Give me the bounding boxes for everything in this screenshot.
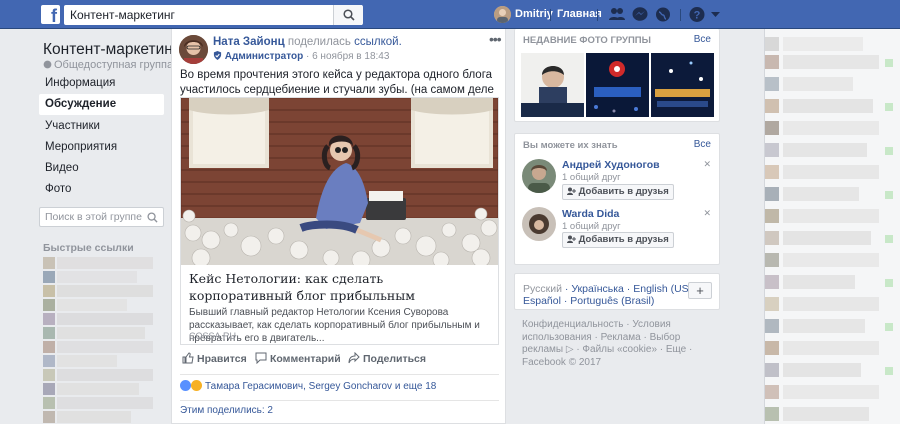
- pymk-name[interactable]: Андрей Худоногов: [562, 159, 660, 171]
- post-meta: Администратор · 6 ноября в 18:43: [213, 51, 389, 62]
- more-languages-button[interactable]: +: [688, 282, 712, 299]
- account-menu-caret-icon[interactable]: [710, 6, 721, 23]
- language-link[interactable]: Español: [523, 295, 561, 307]
- admin-shield-icon: [213, 51, 222, 60]
- group-post: Ната Зайонц поделилась ссылкой. Админист…: [171, 29, 506, 424]
- add-friend-icon: [567, 187, 576, 195]
- language-link[interactable]: Português (Brasil): [570, 295, 654, 307]
- post-date[interactable]: 6 ноября в 18:43: [312, 51, 389, 62]
- language-row-2: Español · Português (Brasil): [523, 295, 655, 307]
- share-icon: [348, 351, 360, 364]
- pymk-avatar[interactable]: [522, 159, 556, 193]
- divider: [550, 9, 551, 21]
- group-privacy: Общедоступная группа: [43, 59, 173, 71]
- notifications-globe-icon[interactable]: [654, 6, 672, 23]
- add-friend-button[interactable]: Добавить в друзья: [562, 232, 674, 248]
- link-preview-image[interactable]: [181, 98, 498, 265]
- dismiss-icon[interactable]: ✕: [703, 159, 711, 170]
- add-friend-label: Добавить в друзья: [578, 234, 669, 245]
- language-row-1: Русский · Українська · English (US): [523, 283, 693, 295]
- dismiss-icon[interactable]: ✕: [703, 208, 711, 219]
- recent-photos-panel: НЕДАВНИЕ ФОТО ГРУППЫ Все: [514, 29, 720, 122]
- group-search-placeholder: Поиск в этой группе: [45, 211, 142, 223]
- photo-thumb[interactable]: [521, 53, 584, 117]
- shared-verb: поделилась: [287, 36, 351, 48]
- search-input[interactable]: Контент-маркетинг: [64, 5, 362, 25]
- reactions-text[interactable]: Тамара Герасимович, Sergey Goncharov и е…: [205, 381, 436, 392]
- footer-links[interactable]: Конфиденциальность · Условия использован…: [522, 319, 718, 369]
- search-icon: [343, 9, 355, 21]
- comment-label: Комментарий: [270, 353, 341, 365]
- search-icon: [147, 212, 158, 223]
- pymk-name[interactable]: Warda Dida: [562, 208, 619, 220]
- like-label: Нравится: [197, 353, 247, 365]
- shares-count[interactable]: Этим поделились: 2: [180, 400, 499, 416]
- admin-role[interactable]: Администратор: [225, 51, 303, 62]
- messages-icon[interactable]: [631, 6, 649, 23]
- add-friend-button[interactable]: Добавить в друзья: [562, 184, 674, 200]
- comment-button[interactable]: Комментарий: [255, 352, 341, 365]
- search-button[interactable]: [333, 5, 363, 25]
- nav-members[interactable]: Участники: [39, 116, 164, 137]
- share-label: Поделиться: [363, 353, 427, 365]
- link-title[interactable]: Кейс Нетологии: как сделать корпоративны…: [189, 270, 489, 304]
- home-link[interactable]: Главная: [557, 8, 602, 20]
- friend-requests-icon[interactable]: [608, 6, 626, 23]
- quick-links-blurred: [43, 257, 153, 424]
- like-button[interactable]: Нравится: [182, 352, 247, 365]
- group-title[interactable]: Контент-маркетинг: [43, 41, 179, 59]
- pymk-mutual[interactable]: 1 общий друг: [562, 172, 621, 183]
- share-button[interactable]: Поделиться: [348, 351, 427, 365]
- language-link[interactable]: Українська: [571, 283, 624, 295]
- user-name-link[interactable]: Dmitriy: [515, 8, 553, 20]
- author-avatar[interactable]: [179, 35, 208, 64]
- group-privacy-label: Общедоступная группа: [54, 59, 174, 71]
- languages-panel: Русский · Українська · English (US) Espa…: [514, 273, 720, 310]
- people-you-may-know-panel: Вы можете их знать Все Андрей Худоногов …: [514, 133, 720, 265]
- pymk-heading: Вы можете их знать: [523, 140, 618, 151]
- post-actions: Нравится Комментарий Поделиться: [180, 347, 499, 371]
- nav-events[interactable]: Мероприятия: [39, 137, 164, 158]
- link-source: COSSA.RU: [189, 331, 237, 341]
- nav-discussion[interactable]: Обсуждение: [39, 94, 164, 115]
- shared-link[interactable]: ссылкой.: [354, 36, 402, 48]
- comment-icon: [255, 352, 267, 365]
- language-current: Русский: [523, 283, 562, 295]
- divider: [597, 9, 598, 21]
- nav-videos[interactable]: Видео: [39, 158, 164, 179]
- photo-thumb[interactable]: [586, 53, 649, 117]
- pymk-mutual[interactable]: 1 общий друг: [562, 221, 621, 232]
- quick-links-heading: Быстрые ссылки: [43, 242, 134, 254]
- user-avatar[interactable]: [494, 6, 511, 23]
- recent-photos-heading: НЕДАВНИЕ ФОТО ГРУППЫ: [523, 35, 651, 46]
- author-name-link[interactable]: Ната Зайонц: [213, 36, 285, 48]
- thumbs-up-icon: [182, 352, 194, 364]
- link-preview-card[interactable]: Кейс Нетологии: как сделать корпоративны…: [180, 97, 499, 345]
- pymk-see-all[interactable]: Все: [694, 139, 711, 150]
- post-options-icon[interactable]: •••: [489, 31, 502, 47]
- like-reaction-icon: [180, 380, 191, 391]
- wow-reaction-icon: [191, 380, 202, 391]
- recent-photos-see-all[interactable]: Все: [694, 34, 711, 45]
- chat-sidebar-blurred: [764, 29, 900, 424]
- language-link[interactable]: English (US): [633, 283, 692, 295]
- facebook-logo-icon[interactable]: f: [41, 5, 60, 24]
- add-friend-label: Добавить в друзья: [578, 186, 669, 197]
- nav-info[interactable]: Информация: [39, 73, 164, 94]
- post-header-line: Ната Зайонц поделилась ссылкой.: [213, 36, 402, 48]
- pymk-avatar[interactable]: [522, 207, 556, 241]
- help-icon[interactable]: ?: [688, 6, 706, 23]
- globe-icon: [43, 60, 52, 69]
- nav-photos[interactable]: Фото: [39, 179, 164, 200]
- group-search-input[interactable]: Поиск в этой группе: [39, 207, 164, 227]
- divider: [680, 9, 681, 21]
- reactions-summary[interactable]: Тамара Герасимович, Sergey Goncharov и е…: [180, 374, 499, 392]
- add-friend-icon: [567, 235, 576, 243]
- svg-text:?: ?: [694, 10, 701, 22]
- top-navigation-bar: f Контент-маркетинг Dmitriy Главная ?: [0, 0, 900, 29]
- photo-thumb[interactable]: [651, 53, 714, 117]
